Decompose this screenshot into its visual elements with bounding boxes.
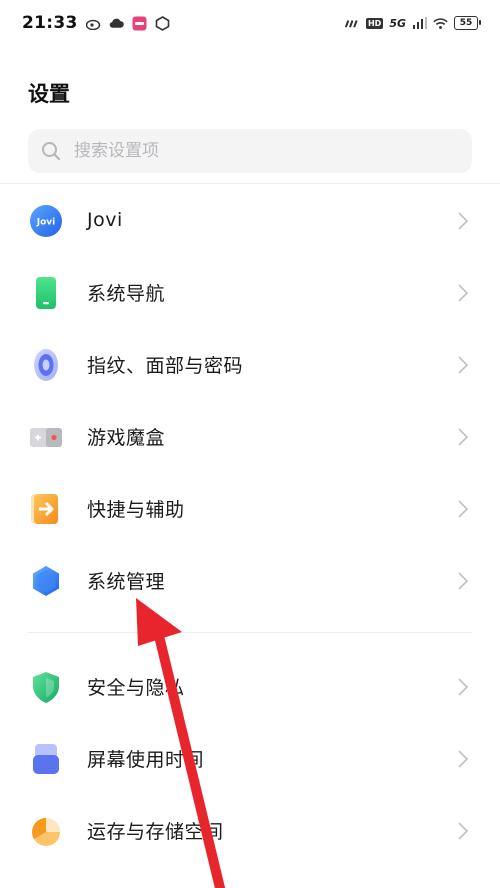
status-left: 21:33 (22, 13, 170, 33)
app-notification-icon (132, 16, 147, 31)
settings-item-label: 快捷与辅助 (87, 498, 185, 521)
chevron-right-icon (457, 499, 469, 519)
status-time: 21:33 (22, 13, 78, 33)
page-title: 设置 (28, 82, 70, 106)
search-icon (40, 140, 62, 162)
settings-item-label: 屏幕使用时间 (87, 748, 205, 771)
chevron-right-icon (457, 427, 469, 447)
signal-icon-1 (344, 16, 360, 31)
search-input[interactable] (72, 140, 436, 162)
signal-bars-icon (412, 16, 427, 31)
settings-item-label: Jovi (87, 209, 123, 231)
wifi-icon (433, 16, 448, 31)
chevron-right-icon (457, 677, 469, 697)
settings-item-system-navigation[interactable]: 系统导航 (0, 256, 500, 328)
settings-item-label: 运存与存储空间 (87, 820, 224, 843)
hexagon-notification-icon (155, 15, 170, 31)
status-bar: 21:33 HD 5G 55 (0, 0, 500, 46)
system-management-icon (29, 564, 63, 598)
settings-item-label: 安全与隐私 (87, 676, 185, 699)
settings-item-shortcuts-accessibility[interactable]: 快捷与辅助 (0, 472, 500, 544)
battery-indicator: 55 (454, 16, 481, 30)
cloud-icon (109, 16, 124, 31)
chevron-right-icon (457, 821, 469, 841)
settings-item-game-box[interactable]: 游戏魔盒 (0, 400, 500, 472)
game-box-icon (29, 420, 63, 454)
weibo-icon (85, 16, 101, 31)
hd-badge: HD (365, 17, 384, 29)
settings-item-jovi[interactable]: Jovi Jovi (0, 184, 500, 256)
svg-text:Jovi: Jovi (36, 218, 55, 228)
storage-pie-icon (29, 814, 63, 848)
chevron-right-icon (457, 571, 469, 591)
settings-item-memory-storage[interactable]: 运存与存储空间 (0, 794, 500, 866)
shield-icon (29, 670, 63, 704)
group-divider (28, 632, 472, 633)
phone-navigation-icon (29, 276, 63, 310)
shortcut-icon (29, 492, 63, 526)
settings-item-screen-time[interactable]: 屏幕使用时间 (0, 722, 500, 794)
settings-item-label: 系统导航 (87, 282, 166, 305)
fingerprint-icon (29, 348, 63, 382)
settings-item-label: 指纹、面部与密码 (87, 354, 244, 377)
chevron-right-icon (457, 749, 469, 769)
chevron-right-icon (457, 355, 469, 375)
status-right: HD 5G 55 (344, 16, 481, 31)
settings-item-security-privacy[interactable]: 安全与隐私 (0, 650, 500, 722)
settings-item-system-management[interactable]: 系统管理 (0, 544, 500, 616)
network-type: 5G (389, 16, 406, 30)
screen-time-icon (29, 742, 63, 776)
chevron-right-icon (457, 283, 469, 303)
settings-item-label: 游戏魔盒 (87, 426, 166, 449)
settings-item-label: 系统管理 (87, 570, 166, 593)
search-bar[interactable] (28, 129, 472, 173)
jovi-icon: Jovi (29, 204, 63, 238)
settings-item-fingerprint-face-password[interactable]: 指纹、面部与密码 (0, 328, 500, 400)
chevron-right-icon (457, 211, 469, 231)
